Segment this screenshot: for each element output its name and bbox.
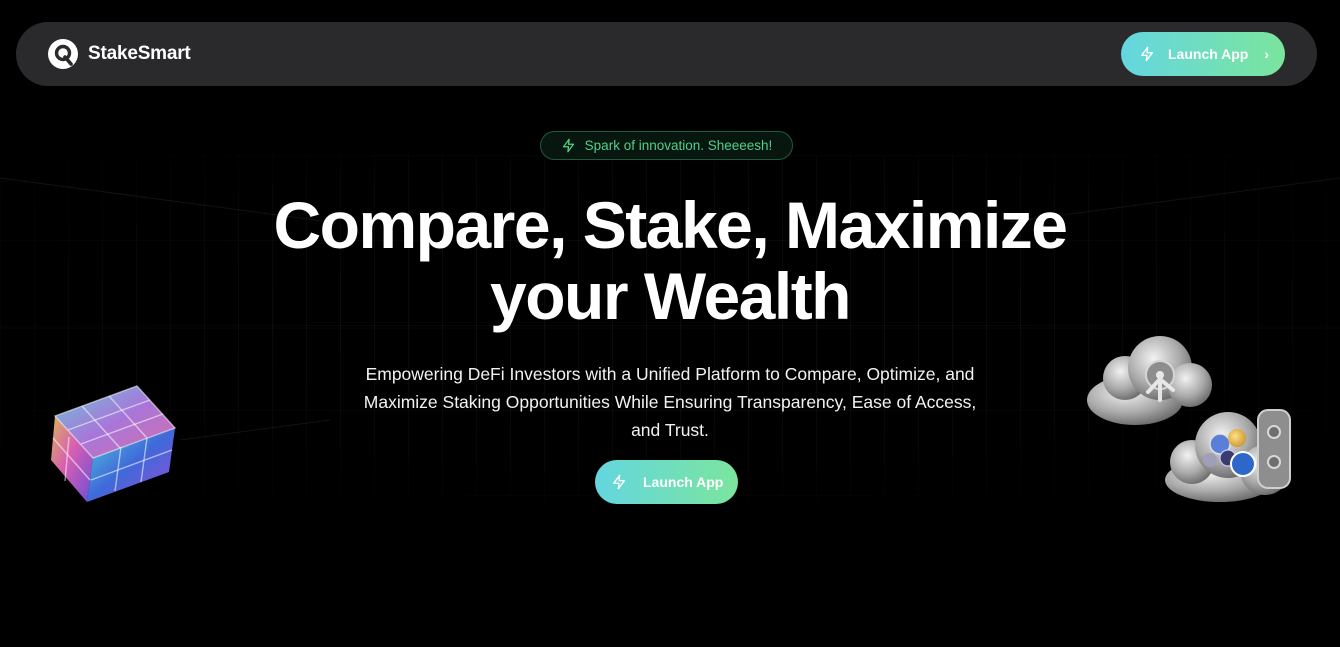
cloud-vault-illustration (1087, 336, 1291, 502)
holographic-cube-illustration (51, 385, 177, 502)
lightning-bolt-icon (613, 474, 625, 490)
hero-launch-app-button[interactable]: Launch App (595, 460, 738, 504)
lightning-bolt-icon (1141, 46, 1153, 62)
hero-subtitle: Empowering DeFi Investors with a Unified… (320, 360, 1020, 444)
chevron-right-icon: › (1264, 46, 1269, 62)
hero-subtitle-line-1: Empowering DeFi Investors with a Unified… (365, 364, 975, 384)
brand[interactable]: StakeSmart (48, 39, 191, 69)
brand-name: StakeSmart (88, 43, 191, 64)
badge-text: Spark of innovation. Sheeeesh! (584, 138, 773, 153)
hero-subtitle-line-2: Maximize Staking Opportunities While Ens… (363, 392, 977, 412)
hero-subtitle-line-3: and Trust. (631, 420, 709, 440)
stakesmart-logo-icon (48, 39, 78, 69)
landing-page: StakeSmart Launch App › Spark of innovat… (0, 0, 1340, 647)
launch-app-label: Launch App (1168, 46, 1249, 62)
lightning-bolt-icon (562, 138, 574, 153)
hero-title-line-2: your Wealth (489, 259, 852, 333)
announcement-badge: Spark of innovation. Sheeeesh! (540, 131, 793, 160)
hero-title-line-1: Compare, Stake, Maximize (273, 188, 1069, 262)
top-navbar: StakeSmart Launch App › (16, 22, 1317, 86)
hero-title: Compare, Stake, Maximize your Wealth (0, 190, 1340, 332)
launch-app-button[interactable]: Launch App › (1121, 32, 1285, 76)
hero-launch-app-label: Launch App (643, 474, 724, 490)
